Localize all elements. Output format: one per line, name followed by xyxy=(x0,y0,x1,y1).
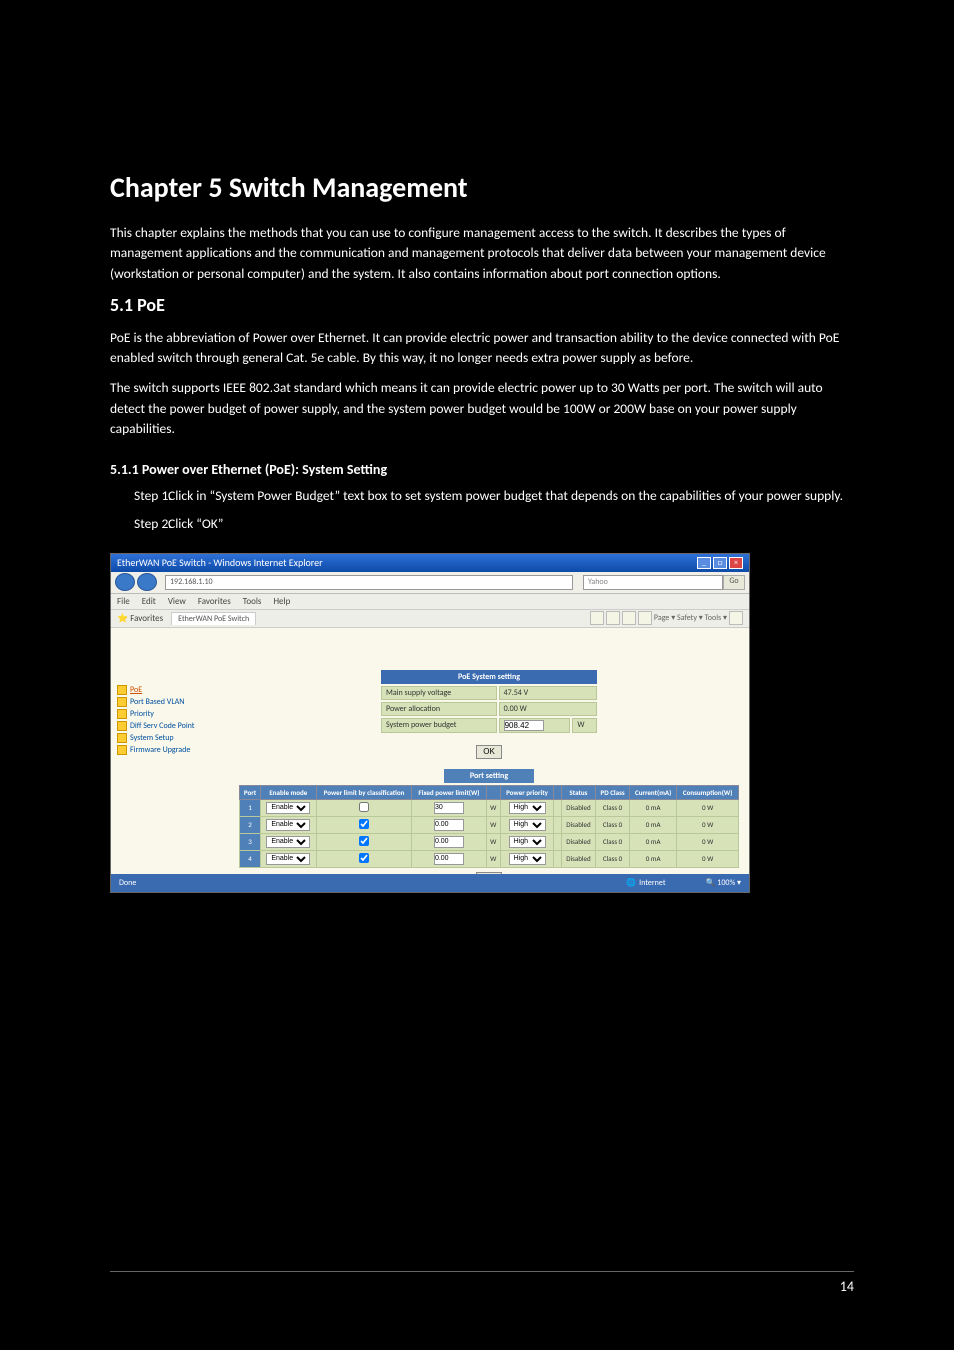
feeds-icon[interactable] xyxy=(606,611,620,625)
address-bar[interactable]: 192.168.1.10 xyxy=(165,575,573,590)
priority-select[interactable]: High xyxy=(509,853,546,865)
table-row: 1 Enable W High Disabled Class 0 0 mA 0 … xyxy=(240,799,739,816)
enable-mode-select[interactable]: Enable xyxy=(266,836,310,848)
menu-favorites[interactable]: Favorites xyxy=(198,596,231,607)
power-classification-checkbox[interactable] xyxy=(359,853,369,863)
menu-bar: File Edit View Favorites Tools Help xyxy=(111,594,749,610)
sys-setting-title: PoE System setting xyxy=(381,670,597,684)
sidebar: PoE Port Based VLAN Priority Diff Serv C… xyxy=(111,628,229,876)
fixed-power-input[interactable] xyxy=(434,802,464,814)
minimize-button[interactable]: _ xyxy=(697,557,711,569)
step-1: Click in “System Power Budget” text box … xyxy=(134,486,854,506)
status-cell: Disabled xyxy=(561,816,595,833)
fixed-power-input[interactable] xyxy=(434,819,464,831)
sidebar-item-system[interactable]: System Setup xyxy=(117,732,225,744)
step2-text: Click “OK” xyxy=(168,515,223,532)
maximize-button[interactable]: □ xyxy=(713,557,727,569)
chapter-heading: Chapter 5 Switch Management xyxy=(110,170,854,205)
port-number: 4 xyxy=(240,850,261,867)
go-button[interactable]: Go xyxy=(723,575,745,590)
menu-tools[interactable]: Tools xyxy=(243,596,262,607)
page-number: 14 xyxy=(840,1278,854,1295)
port-setting-table: Port Enable mode Power limit by classifi… xyxy=(239,785,739,868)
section-intro-1: PoE is the abbreviation of Power over Et… xyxy=(110,328,854,369)
port-number: 1 xyxy=(240,799,261,816)
home-icon[interactable] xyxy=(590,611,604,625)
table-row: 2 Enable W High Disabled Class 0 0 mA 0 … xyxy=(240,816,739,833)
table-row: 4 Enable W High Disabled Class 0 0 mA 0 … xyxy=(240,850,739,867)
help-icon[interactable] xyxy=(729,611,743,625)
enable-mode-select[interactable]: Enable xyxy=(266,802,310,814)
menu-view[interactable]: View xyxy=(168,596,186,607)
status-zoom: 🔍 100% ▾ xyxy=(706,878,742,888)
chapter-intro: This chapter explains the methods that y… xyxy=(110,223,854,284)
sidebar-item-priority[interactable]: Priority xyxy=(117,708,225,720)
fixed-power-input[interactable] xyxy=(434,836,464,848)
consumption-cell: 0 W xyxy=(677,850,739,867)
class-cell: Class 0 xyxy=(596,799,630,816)
current-cell: 0 mA xyxy=(630,816,677,833)
power-classification-checkbox[interactable] xyxy=(359,836,369,846)
table-row: 3 Enable W High Disabled Class 0 0 mA 0 … xyxy=(240,833,739,850)
priority-select[interactable]: High xyxy=(509,836,546,848)
section-intro-2: The switch supports IEEE 802.3at standar… xyxy=(110,378,854,439)
status-bar: Done 🌐 Internet 🔍 100% ▾ xyxy=(111,874,749,892)
favorites-label[interactable]: ⭐ Favorites xyxy=(117,613,163,624)
page-footer: 14 xyxy=(110,1271,854,1295)
sidebar-item-firmware[interactable]: Firmware Upgrade xyxy=(117,744,225,756)
fixed-power-input[interactable] xyxy=(434,853,464,865)
back-button[interactable] xyxy=(115,573,135,591)
step-2: Click “OK” xyxy=(134,514,854,534)
step-list: Click in “System Power Budget” text box … xyxy=(110,486,854,535)
status-cell: Disabled xyxy=(561,833,595,850)
poe-system-setting: PoE System setting Main supply voltage47… xyxy=(379,668,599,735)
consumption-cell: 0 W xyxy=(677,833,739,850)
status-internet: 🌐 Internet xyxy=(626,878,665,888)
class-cell: Class 0 xyxy=(596,833,630,850)
consumption-cell: 0 W xyxy=(677,816,739,833)
window-title: EtherWAN PoE Switch - Windows Internet E… xyxy=(117,556,323,569)
window-titlebar: EtherWAN PoE Switch - Windows Internet E… xyxy=(111,554,749,572)
menu-edit[interactable]: Edit xyxy=(142,596,156,607)
print-icon[interactable] xyxy=(638,611,652,625)
consumption-cell: 0 W xyxy=(677,799,739,816)
status-cell: Disabled xyxy=(561,850,595,867)
current-cell: 0 mA xyxy=(630,850,677,867)
sidebar-item-dscp[interactable]: Diff Serv Code Point xyxy=(117,720,225,732)
status-done: Done xyxy=(119,878,136,888)
screenshot: EtherWAN PoE Switch - Windows Internet E… xyxy=(110,553,750,893)
forward-button[interactable] xyxy=(137,573,157,591)
mail-icon[interactable] xyxy=(622,611,636,625)
ok-button[interactable]: OK xyxy=(476,745,502,759)
class-cell: Class 0 xyxy=(596,850,630,867)
sidebar-item-vlan[interactable]: Port Based VLAN xyxy=(117,696,225,708)
class-cell: Class 0 xyxy=(596,816,630,833)
close-button[interactable]: × xyxy=(729,557,743,569)
enable-mode-select[interactable]: Enable xyxy=(266,853,310,865)
toolbar-icons: Page ▾ Safety ▾ Tools ▾ xyxy=(590,611,743,625)
enable-mode-select[interactable]: Enable xyxy=(266,819,310,831)
current-cell: 0 mA xyxy=(630,799,677,816)
power-classification-checkbox[interactable] xyxy=(359,802,369,812)
port-number: 2 xyxy=(240,816,261,833)
sidebar-item-poe[interactable]: PoE xyxy=(117,684,225,696)
sub-heading: 5.1.1 Power over Ethernet (PoE): System … xyxy=(110,461,854,478)
port-setting-title: Port setting xyxy=(444,769,534,783)
menu-help[interactable]: Help xyxy=(273,596,290,607)
priority-select[interactable]: High xyxy=(509,819,546,831)
system-power-budget-input[interactable] xyxy=(504,720,544,731)
priority-select[interactable]: High xyxy=(509,802,546,814)
power-classification-checkbox[interactable] xyxy=(359,819,369,829)
menu-file[interactable]: File xyxy=(117,596,130,607)
status-cell: Disabled xyxy=(561,799,595,816)
current-cell: 0 mA xyxy=(630,833,677,850)
step1-text: Click in “System Power Budget” text box … xyxy=(168,487,843,504)
nav-toolbar: 192.168.1.10 Yahoo Go xyxy=(111,572,749,594)
section-heading: 5.1 PoE xyxy=(110,294,854,316)
port-number: 3 xyxy=(240,833,261,850)
page-tab[interactable]: EtherWAN PoE Switch xyxy=(171,612,256,625)
search-box[interactable]: Yahoo xyxy=(583,575,723,590)
